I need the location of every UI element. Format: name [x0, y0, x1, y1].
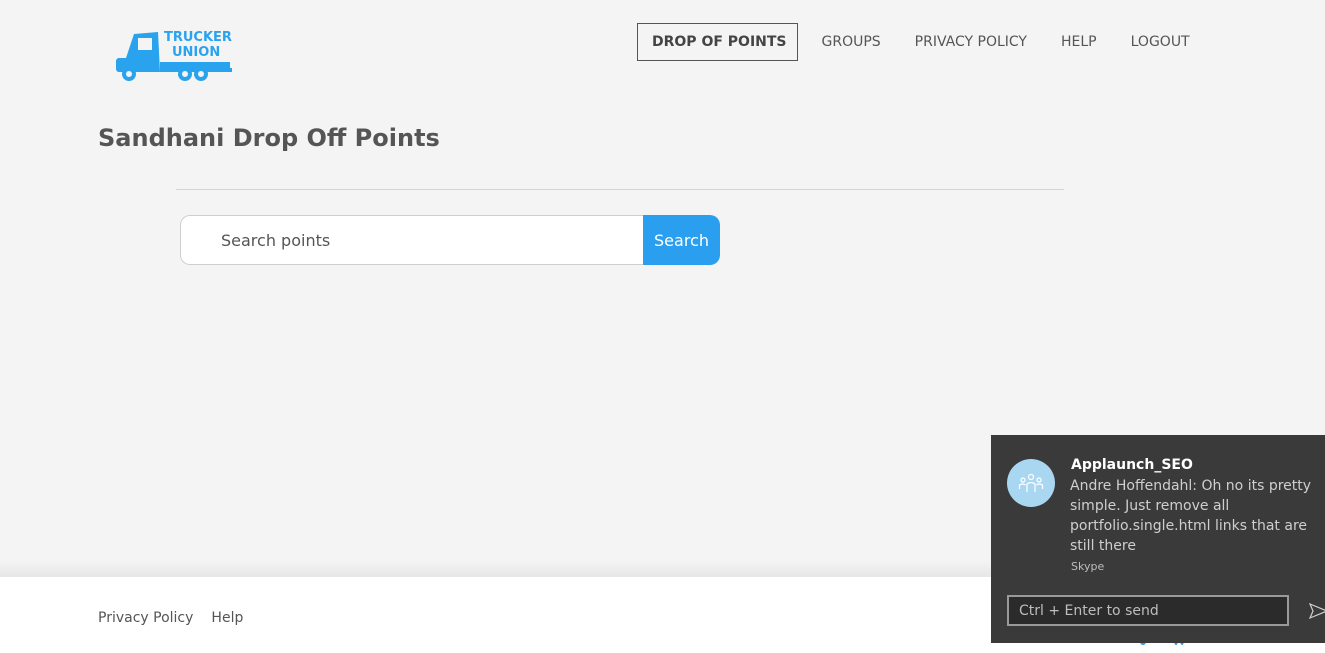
notification-source: Skype [1071, 560, 1105, 573]
footer-privacy-policy-link[interactable]: Privacy Policy [98, 610, 193, 626]
logo-text: TRUCKER UNION [164, 30, 232, 60]
logo-line2-end: N [209, 45, 221, 60]
nav-logout[interactable]: LOGOUT [1131, 34, 1190, 50]
footer-help-link[interactable]: Help [211, 610, 243, 626]
trucker-union-logo[interactable]: TRUCKER UNION [112, 28, 236, 86]
divider [176, 189, 1064, 190]
logo-line2-start: UNI [172, 45, 199, 60]
logo-line2-o: O [198, 45, 210, 60]
logo-line1: TRUCKER [164, 30, 232, 45]
page-title-bold: Sandhani [98, 124, 225, 152]
notification-message: Andre Hoffendahl: Oh no its pretty simpl… [1070, 478, 1312, 554]
group-icon [1007, 459, 1055, 507]
footer-links: Privacy Policy Help [98, 610, 261, 626]
page-title: Sandhani Drop Off Points [98, 124, 440, 152]
nav-help[interactable]: HELP [1061, 34, 1097, 50]
nav-drop-of-points[interactable]: DROP OF POINTS [637, 23, 798, 61]
page-title-rest: Drop Off Points [224, 124, 440, 152]
logo-line2: UNION [164, 45, 232, 60]
skype-notification[interactable]: Applaunch_SEO Andre Hoffendahl: Oh no it… [991, 435, 1325, 643]
site-header: TRUCKER UNION DROP OF POINTS GROUPS PRIV… [0, 0, 1325, 100]
notification-title: Applaunch_SEO [1071, 457, 1193, 473]
nav-groups[interactable]: GROUPS [822, 34, 881, 50]
search-bar: Search [180, 215, 720, 265]
notification-reply-input[interactable] [1007, 595, 1289, 626]
nav-privacy-policy[interactable]: PRIVACY POLICY [915, 34, 1027, 50]
search-input[interactable] [180, 215, 643, 265]
send-icon[interactable] [1309, 601, 1325, 621]
main-nav: DROP OF POINTS GROUPS PRIVACY POLICY HEL… [637, 23, 1224, 61]
search-button[interactable]: Search [643, 215, 720, 265]
